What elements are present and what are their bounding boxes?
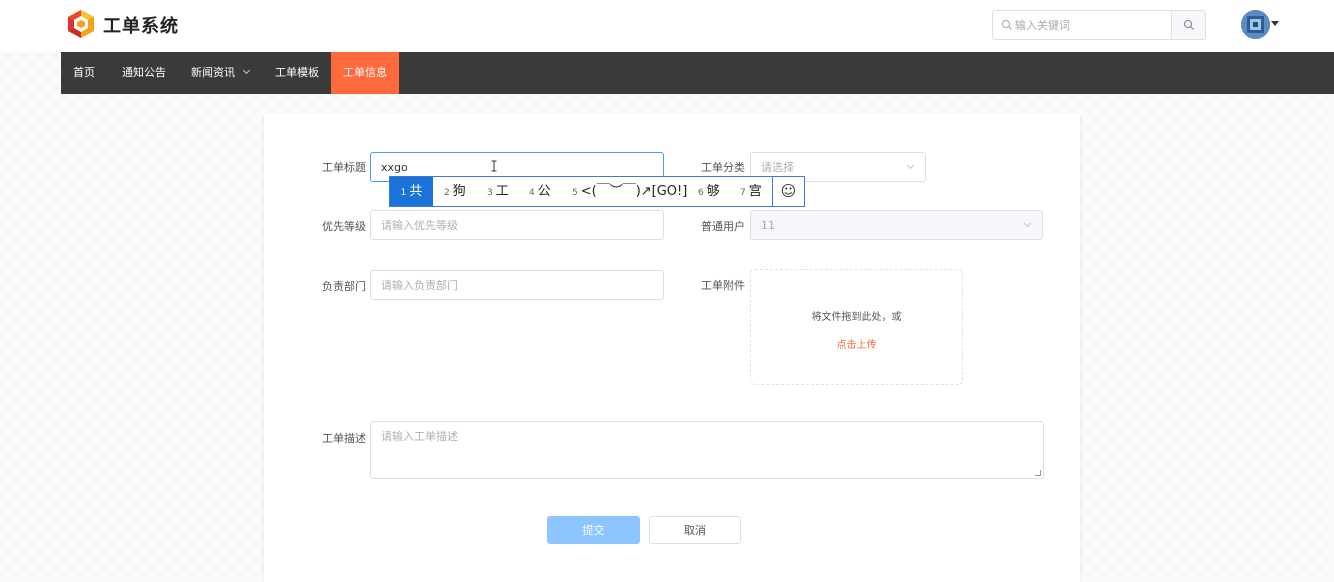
desc-input[interactable]	[371, 422, 1043, 478]
chevron-down-icon	[242, 66, 251, 75]
search-button-icon	[1183, 19, 1194, 30]
ime-candidate-4[interactable]: 4公	[529, 177, 551, 206]
text-cursor-icon	[491, 160, 497, 172]
dept-label: 负责部门	[322, 280, 366, 293]
user-select[interactable]: 11	[750, 210, 1043, 240]
top-bar: 工单系统	[0, 0, 1334, 52]
upload-dropzone[interactable]: 将文件拖到此处，或 点击上传	[750, 269, 963, 385]
nav-item-news[interactable]: 新闻资讯	[183, 52, 257, 94]
search-button[interactable]	[1171, 11, 1205, 39]
dept-input[interactable]	[371, 271, 663, 299]
ime-candidate-5[interactable]: 5 <(￣︶￣)↗[GO!]	[572, 177, 687, 206]
upload-link[interactable]: 点击上传	[751, 336, 962, 351]
priority-label: 优先等级	[322, 220, 366, 233]
logo-icon	[68, 10, 94, 38]
avatar-image	[1241, 10, 1270, 39]
upload-hint: 将文件拖到此处，或	[811, 312, 902, 323]
avatar[interactable]	[1241, 10, 1270, 39]
desc-label: 工单描述	[322, 432, 366, 445]
brand-title: 工单系统	[103, 16, 179, 37]
main-nav: 首页 通知公告 新闻资讯 工单模板 工单信息	[61, 52, 1334, 94]
submit-button[interactable]: 提交	[547, 516, 640, 544]
user-value: 11	[761, 219, 775, 232]
ime-candidate-7[interactable]: 7宫	[740, 177, 762, 206]
dept-field[interactable]	[370, 270, 664, 300]
ime-candidate-3[interactable]: 3工	[487, 177, 509, 206]
desc-field[interactable]	[370, 421, 1044, 479]
search-box[interactable]	[992, 10, 1206, 40]
category-label: 工单分类	[701, 161, 745, 174]
nav-item-templates[interactable]: 工单模板	[267, 52, 327, 94]
priority-input[interactable]	[371, 211, 663, 239]
smiley-icon[interactable]: ☺	[772, 177, 804, 206]
cancel-button[interactable]: 取消	[649, 516, 741, 544]
ime-candidate-2[interactable]: 2狗	[444, 177, 466, 206]
ime-candidate-1[interactable]: 1共	[390, 177, 433, 206]
nav-item-home[interactable]: 首页	[61, 52, 107, 94]
title-label: 工单标题	[322, 161, 366, 174]
ime-candidate-6[interactable]: 6够	[698, 177, 720, 206]
user-label: 普通用户	[701, 220, 745, 233]
resize-handle-icon[interactable]	[1035, 470, 1041, 476]
chevron-down-icon	[1023, 219, 1032, 228]
nav-item-ticket-info[interactable]: 工单信息	[331, 52, 399, 94]
attach-label: 工单附件	[701, 279, 745, 292]
nav-item-notices[interactable]: 通知公告	[113, 52, 175, 94]
ime-candidate-bar: 1共 2狗 3工 4公 5 <(￣︶￣)↗[GO!] 6够 7宫 ☺	[389, 176, 805, 207]
search-icon	[1001, 19, 1012, 30]
search-input[interactable]	[1015, 15, 1163, 35]
priority-field[interactable]	[370, 210, 664, 240]
avatar-caret-icon[interactable]	[1271, 21, 1279, 26]
